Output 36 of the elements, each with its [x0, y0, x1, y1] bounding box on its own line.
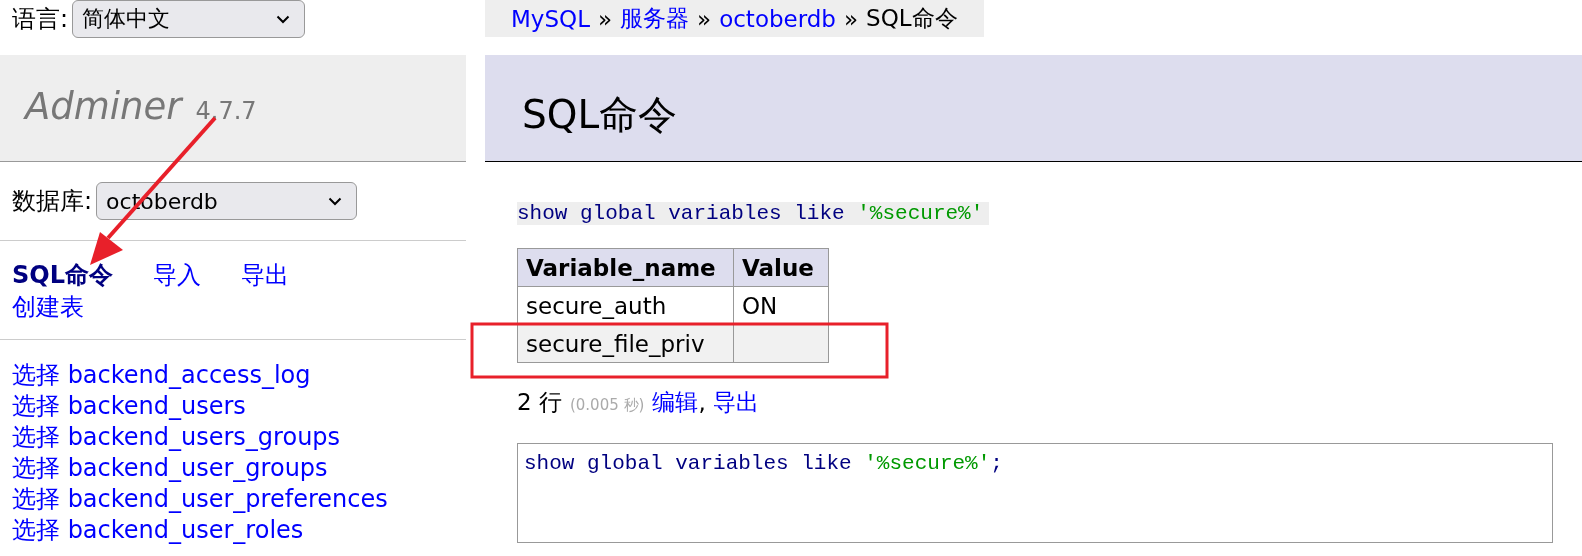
table-link[interactable]: 选择 backend_user_groups: [12, 453, 454, 484]
column-header: Variable_name: [517, 248, 734, 287]
result-link[interactable]: 编辑: [652, 387, 699, 418]
breadcrumb-separator: »: [843, 5, 859, 32]
column-header: Value: [733, 248, 829, 287]
table-link[interactable]: 选择 backend_access_log: [12, 360, 454, 391]
breadcrumb-separator: »: [598, 5, 613, 32]
chevron-down-icon: [276, 14, 291, 24]
table-link[interactable]: 选择 backend_user_roles: [12, 515, 454, 546]
breadcrumb-link[interactable]: octoberdb: [719, 5, 836, 32]
executed-query: show global variables like '%secure%': [517, 202, 990, 225]
table-link[interactable]: 选择 backend_users_groups: [12, 422, 454, 453]
query-time: (0.005 秒): [569, 396, 645, 415]
breadcrumb-link[interactable]: 服务器: [620, 3, 690, 34]
breadcrumb-current: SQL命令: [866, 4, 958, 33]
nav-link[interactable]: 创建表: [12, 293, 84, 321]
table-link[interactable]: 选择 backend_users: [12, 391, 454, 422]
breadcrumb-link[interactable]: MySQL: [511, 5, 590, 32]
language-label: 语言:: [12, 4, 69, 35]
chevron-down-icon: [328, 196, 343, 206]
app-version: 4.7.7: [195, 97, 257, 125]
nav-link[interactable]: 导入: [153, 261, 201, 289]
table-cell: secure_file_priv: [517, 324, 734, 363]
app-name[interactable]: Adminer: [25, 85, 182, 128]
language-select[interactable]: 简体中文: [72, 0, 306, 38]
breadcrumb-separator: »: [697, 5, 712, 32]
nav-link[interactable]: SQL命令: [12, 261, 113, 289]
nav-link[interactable]: 导出: [241, 261, 289, 289]
result-link[interactable]: 导出: [713, 387, 759, 418]
page-title: SQL命令: [522, 91, 679, 139]
query-field[interactable]: show global variables like '%secure%';: [517, 443, 1553, 543]
database-label: 数据库:: [12, 186, 93, 217]
row-count: 2 行: [517, 388, 562, 417]
link-separator: ,: [698, 389, 707, 415]
table-link[interactable]: 选择 backend_user_preferences: [12, 484, 454, 515]
table-cell: secure_auth: [517, 286, 734, 325]
